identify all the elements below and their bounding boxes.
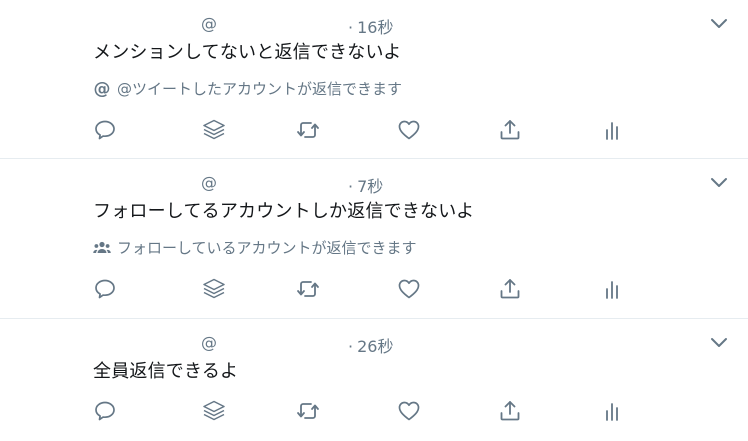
chevron-down-icon[interactable] xyxy=(709,173,729,193)
reply-icon[interactable] xyxy=(93,399,117,423)
time-label[interactable]: 16秒 xyxy=(357,18,393,37)
separator-dot: · xyxy=(348,18,354,37)
author-handle[interactable]: @ xyxy=(201,173,217,192)
stack-icon[interactable] xyxy=(202,277,226,301)
tweet-text: フォローしてるアカウントしか返信できないよ xyxy=(93,201,475,222)
author-handle[interactable]: @ xyxy=(201,14,217,33)
tweet-actions xyxy=(0,118,748,142)
chevron-down-icon[interactable] xyxy=(709,14,729,34)
retweet-icon[interactable] xyxy=(296,399,320,423)
tweet[interactable]: @ · 26秒 全員返信できるよ xyxy=(0,319,748,441)
timestamp[interactable]: · 26秒 xyxy=(348,333,393,357)
tweet-actions xyxy=(0,277,748,301)
reply-icon[interactable] xyxy=(93,118,117,142)
like-icon[interactable] xyxy=(397,118,421,142)
like-icon[interactable] xyxy=(397,277,421,301)
stack-icon[interactable] xyxy=(202,399,226,423)
tweet[interactable]: @ · 16秒 メンションしてないと返信できないよ @ @ツイートしたアカウントが… xyxy=(0,0,748,159)
retweet-icon[interactable] xyxy=(296,118,320,142)
analytics-icon[interactable] xyxy=(601,277,625,301)
tweet-text: 全員返信できるよ xyxy=(93,361,239,382)
tweet-actions xyxy=(0,399,748,423)
reply-restriction-text: フォローしているアカウントが返信できます xyxy=(117,239,417,257)
tweet[interactable]: @ · 7秒 フォローしてるアカウントしか返信できないよ フォローしているアカウン… xyxy=(0,159,748,319)
reply-restriction-text: @ツイートしたアカウントが返信できます xyxy=(117,80,403,98)
at-icon: @ xyxy=(93,78,111,99)
reply-icon[interactable] xyxy=(93,277,117,301)
stack-icon[interactable] xyxy=(202,118,226,142)
retweet-icon[interactable] xyxy=(296,277,320,301)
share-icon[interactable] xyxy=(498,399,522,423)
analytics-icon[interactable] xyxy=(601,399,625,423)
time-label[interactable]: 26秒 xyxy=(357,337,393,356)
reply-restriction-note: フォローしているアカウントが返信できます xyxy=(93,237,417,258)
separator-dot: · xyxy=(348,337,354,356)
timestamp[interactable]: · 16秒 xyxy=(348,14,393,38)
share-icon[interactable] xyxy=(498,118,522,142)
timestamp[interactable]: · 7秒 xyxy=(348,173,383,197)
tweet-text: メンションしてないと返信できないよ xyxy=(93,42,402,63)
like-icon[interactable] xyxy=(397,399,421,423)
separator-dot: · xyxy=(348,177,354,196)
time-label[interactable]: 7秒 xyxy=(357,177,383,196)
chevron-down-icon[interactable] xyxy=(709,333,729,353)
people-icon xyxy=(93,239,111,257)
share-icon[interactable] xyxy=(498,277,522,301)
author-handle[interactable]: @ xyxy=(201,333,217,352)
analytics-icon[interactable] xyxy=(601,118,625,142)
reply-restriction-note: @ @ツイートしたアカウントが返信できます xyxy=(93,78,403,99)
